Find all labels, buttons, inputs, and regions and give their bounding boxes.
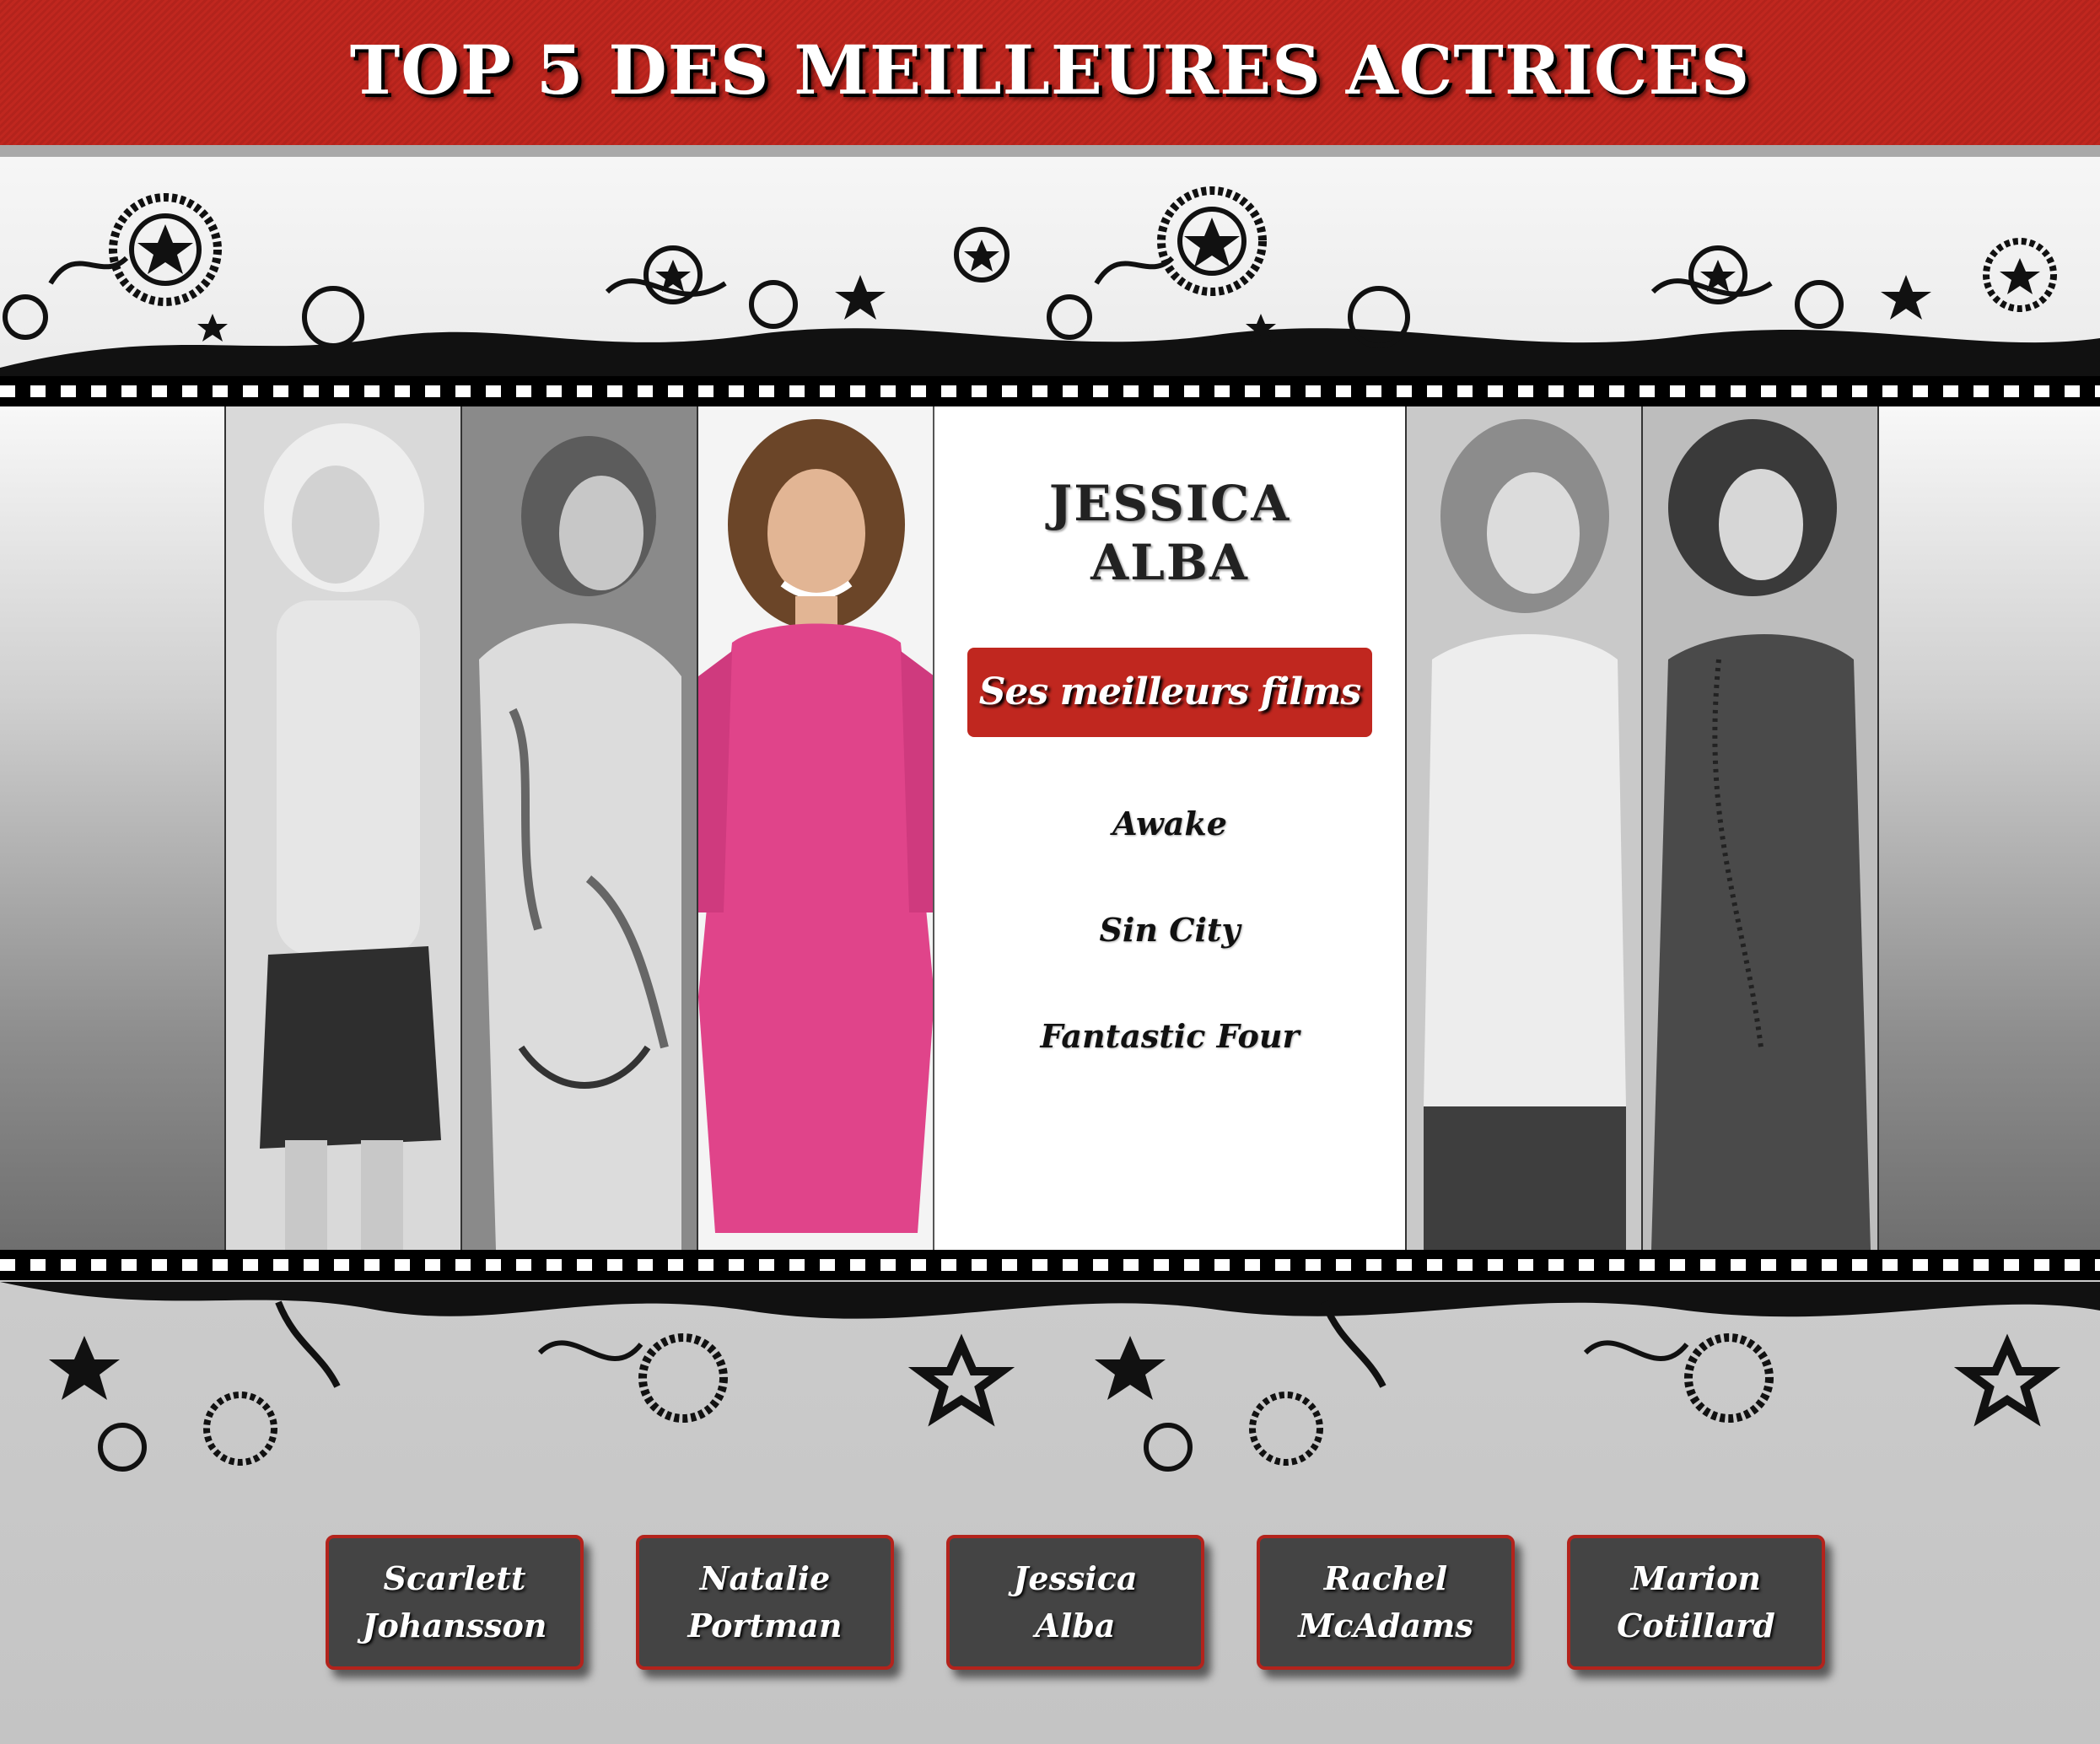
featured-name-line2: ALBA <box>1090 534 1249 591</box>
portrait-image <box>1407 406 1641 1250</box>
nav-label-line2: Cotillard <box>1617 1607 1775 1644</box>
nav-label-line2: Johansson <box>362 1607 547 1644</box>
featured-name-line1: JESSICA <box>1048 475 1291 532</box>
film-item[interactable]: Sin City <box>934 877 1405 983</box>
film-item[interactable]: Awake <box>934 771 1405 877</box>
nav-label-line2: Portman <box>687 1607 843 1644</box>
featured-actress-name: JESSICA ALBA <box>934 474 1405 592</box>
portrait-image <box>462 406 697 1250</box>
star-ornament-graphic <box>0 186 2100 378</box>
portrait-natalie-portman[interactable] <box>460 406 698 1250</box>
portrait-rachel-mcadams[interactable] <box>1405 406 1643 1250</box>
portrait-image <box>226 406 460 1250</box>
nav-label-line1: Rachel <box>1323 1559 1448 1597</box>
bottom-ornament-band <box>0 1251 2100 1504</box>
nav-label-line1: Natalie <box>699 1559 831 1597</box>
page-header: TOP 5 DES MEILLEURES ACTRICES <box>0 0 2100 145</box>
film-item[interactable]: Fantastic Four <box>934 983 1405 1090</box>
nav-button-scarlett-johansson[interactable]: Scarlett Johansson <box>326 1535 584 1670</box>
portrait-marion-cotillard[interactable] <box>1641 406 1879 1250</box>
nav-button-natalie-portman[interactable]: Natalie Portman <box>636 1535 894 1670</box>
nav-button-jessica-alba[interactable]: Jessica Alba <box>946 1535 1204 1670</box>
portrait-image <box>1643 406 1877 1250</box>
nav-label-line1: Marion <box>1630 1559 1762 1597</box>
best-films-button[interactable]: Ses meilleurs films <box>967 648 1372 737</box>
nav-label-line2: McAdams <box>1298 1607 1473 1644</box>
nav-button-marion-cotillard[interactable]: Marion Cotillard <box>1567 1535 1825 1670</box>
nav-label-line1: Jessica <box>1013 1559 1138 1597</box>
portrait-scarlett-johansson[interactable] <box>224 406 462 1250</box>
film-list: Awake Sin City Fantastic Four <box>934 771 1405 1090</box>
portrait-jessica-alba[interactable] <box>697 406 934 1250</box>
page-title: TOP 5 DES MEILLEURES ACTRICES <box>349 30 1751 110</box>
nav-label-line1: Scarlett <box>383 1559 526 1597</box>
top-ornament-band <box>0 157 2100 378</box>
star-ornament-graphic <box>0 1282 2100 1472</box>
film-strip-top <box>0 376 2100 406</box>
nav-label-line2: Alba <box>1035 1607 1116 1644</box>
portrait-image <box>698 406 933 1250</box>
header-divider <box>0 145 2100 157</box>
featured-actress-panel: JESSICA ALBA Ses meilleurs films Awake S… <box>933 406 1407 1250</box>
nav-button-rachel-mcadams[interactable]: Rachel McAdams <box>1257 1535 1515 1670</box>
